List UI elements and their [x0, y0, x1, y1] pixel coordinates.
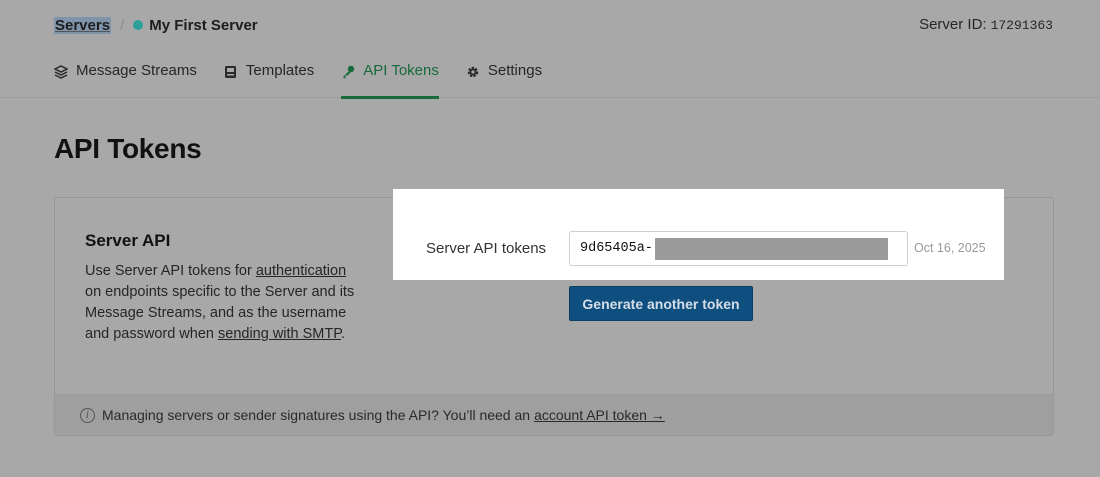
- server-status-dot: [133, 20, 144, 30]
- tab-settings[interactable]: Settings: [466, 62, 542, 98]
- smtp-link[interactable]: sending with SMTP: [218, 326, 341, 342]
- template-icon: [224, 65, 240, 81]
- footer-text: Managing servers or sender signatures us…: [102, 407, 531, 423]
- breadcrumb-current-server[interactable]: My First Server: [149, 17, 257, 34]
- desc-text: .: [341, 326, 346, 342]
- token-value: 9d65405a-: [580, 241, 653, 256]
- server-id: Server ID: 17291363: [919, 16, 1053, 33]
- api-token-field[interactable]: 9d65405a-: [569, 231, 908, 266]
- breadcrumb: Servers / My First Server: [54, 14, 258, 36]
- card-footer-note: i Managing servers or sender signatures …: [55, 394, 1053, 435]
- page-title: API Tokens: [54, 133, 202, 164]
- server-tabs: Message Streams Templates API Tokens Set…: [54, 62, 569, 99]
- server-id-label: Server ID:: [919, 16, 987, 33]
- tab-api-tokens[interactable]: API Tokens: [341, 62, 439, 99]
- stack-icon: [54, 65, 70, 81]
- token-created-date: Oct 16, 2025: [914, 241, 986, 255]
- gear-icon: [466, 65, 482, 81]
- breadcrumb-separator: /: [120, 16, 125, 34]
- tab-label: API Tokens: [363, 62, 439, 79]
- tab-templates[interactable]: Templates: [224, 62, 314, 98]
- tab-label: Message Streams: [76, 62, 197, 79]
- desc-text: Use Server API tokens for: [85, 263, 256, 279]
- info-icon: i: [80, 407, 95, 423]
- server-id-value: 17291363: [990, 18, 1053, 33]
- tab-label: Templates: [245, 62, 315, 79]
- authentication-link[interactable]: authentication: [256, 263, 346, 279]
- breadcrumb-servers-link[interactable]: Servers: [54, 16, 112, 34]
- token-highlight-panel: Server API tokens 9d65405a- Oct 16, 2025: [393, 189, 1004, 280]
- account-api-token-link[interactable]: account API token →: [534, 407, 665, 423]
- server-header: Servers / My First Server Server ID: 172…: [0, 0, 1100, 99]
- tab-label: Settings: [487, 62, 543, 79]
- generate-token-button[interactable]: Generate another token: [569, 286, 753, 321]
- card-description-block: Server API Use Server API tokens for aut…: [85, 231, 355, 345]
- card-description: Use Server API tokens for authentication…: [85, 261, 355, 345]
- card-heading: Server API: [85, 231, 171, 250]
- token-redaction: [654, 237, 888, 260]
- key-icon: [341, 65, 357, 81]
- tab-message-streams[interactable]: Message Streams: [54, 62, 197, 98]
- token-label: Server API tokens: [426, 240, 547, 257]
